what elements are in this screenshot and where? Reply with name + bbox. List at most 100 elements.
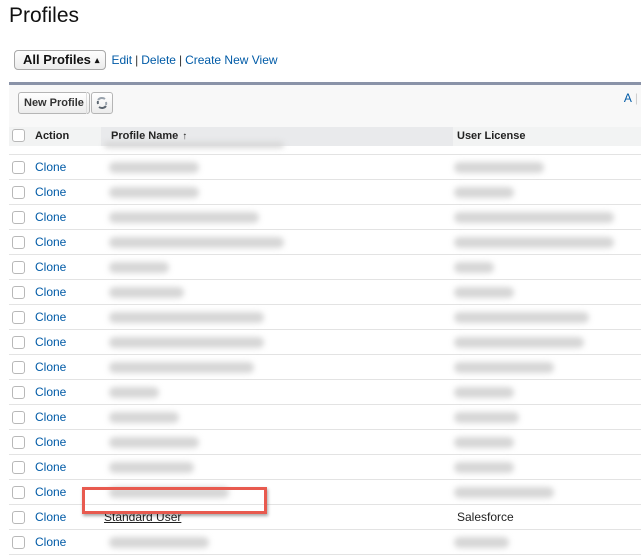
table-row: Clone <box>9 305 641 330</box>
blurred-user-license <box>454 312 589 323</box>
clone-link[interactable]: Clone <box>35 160 66 174</box>
blurred-profile-name <box>109 312 264 323</box>
row-checkbox[interactable] <box>12 261 25 274</box>
table-row: Clone <box>9 230 641 255</box>
row-checkbox[interactable] <box>12 486 25 499</box>
row-checkbox[interactable] <box>12 436 25 449</box>
clone-link[interactable]: Clone <box>35 310 66 324</box>
clone-link[interactable]: Clone <box>35 210 66 224</box>
select-all-checkbox[interactable] <box>12 129 25 142</box>
clone-link[interactable]: Clone <box>35 385 66 399</box>
blurred-profile-name <box>109 287 184 298</box>
row-checkbox[interactable] <box>12 386 25 399</box>
row-checkbox[interactable] <box>12 361 25 374</box>
column-header-action: Action <box>35 130 69 142</box>
blurred-user-license <box>454 262 494 273</box>
delete-view-link[interactable]: Delete <box>141 53 176 67</box>
row-checkbox[interactable] <box>12 511 25 524</box>
table-row: Clone <box>9 330 641 355</box>
clone-link[interactable]: Clone <box>35 335 66 349</box>
table-row: Clone <box>9 255 641 280</box>
blurred-profile-name <box>109 262 169 273</box>
table-row-standard-user: Clone Standard User Salesforce <box>9 505 641 530</box>
row-checkbox[interactable] <box>12 336 25 349</box>
table-row: Clone <box>9 380 641 405</box>
clone-link[interactable]: Clone <box>35 185 66 199</box>
row-checkbox[interactable] <box>12 286 25 299</box>
clone-link[interactable]: Clone <box>35 535 66 549</box>
clone-link[interactable]: Clone <box>35 360 66 374</box>
table-row: Clone <box>9 455 641 480</box>
blurred-profile-name <box>109 337 264 348</box>
profiles-table-body: Clone Clone Clone Clone Clone Clone Clon… <box>9 146 641 555</box>
table-row: Clone <box>9 280 641 305</box>
table-row: Clone <box>9 405 641 430</box>
separator: | <box>179 53 182 67</box>
blurred-user-license <box>454 362 554 373</box>
blurred-user-license <box>454 462 514 473</box>
user-license-value: Salesforce <box>457 510 514 524</box>
clone-link[interactable]: Clone <box>35 285 66 299</box>
table-row <box>9 146 641 155</box>
column-header-user-license[interactable]: User License <box>453 127 641 146</box>
blurred-user-license <box>454 337 584 348</box>
table-row: Clone <box>9 530 641 555</box>
row-checkbox[interactable] <box>12 186 25 199</box>
view-select-value: All Profiles <box>23 52 91 68</box>
blurred-profile-name <box>109 387 159 398</box>
row-checkbox[interactable] <box>12 161 25 174</box>
profile-name-link[interactable]: Standard User <box>104 510 181 524</box>
profiles-list-panel: New Profile A|B Action Profile Name ↑ Use… <box>9 82 641 555</box>
blurred-profile-name <box>109 487 229 498</box>
blurred-profile-name <box>109 162 199 173</box>
refresh-icon <box>95 96 109 110</box>
clone-link[interactable]: Clone <box>35 435 66 449</box>
create-new-view-link[interactable]: Create New View <box>185 53 277 67</box>
blurred-profile-name <box>109 212 259 223</box>
clone-link[interactable]: Clone <box>35 235 66 249</box>
blurred-user-license <box>454 387 514 398</box>
view-bar: All Profiles ▴ Edit|Delete|Create New Vi… <box>14 50 278 70</box>
blurred-user-license <box>454 237 614 248</box>
blurred-profile-name <box>104 142 284 148</box>
row-checkbox[interactable] <box>12 211 25 224</box>
sort-up-arrow-icon: ↑ <box>182 131 187 142</box>
row-checkbox[interactable] <box>12 411 25 424</box>
list-toolbar: New Profile A|B <box>9 85 641 127</box>
view-links: Edit|Delete|Create New View <box>111 53 277 67</box>
row-checkbox[interactable] <box>12 311 25 324</box>
blurred-profile-name <box>109 462 194 473</box>
clone-link[interactable]: Clone <box>35 460 66 474</box>
blurred-profile-name <box>109 412 179 423</box>
blurred-user-license <box>454 487 554 498</box>
toolbar-divider <box>86 92 87 114</box>
select-arrows-icon: ▴ <box>95 52 100 68</box>
edit-view-link[interactable]: Edit <box>111 53 132 67</box>
blurred-user-license <box>454 212 614 223</box>
new-profile-button[interactable]: New Profile <box>18 92 90 114</box>
separator: | <box>135 53 138 67</box>
alpha-filter: A|B <box>624 91 641 105</box>
blurred-user-license <box>454 437 514 448</box>
alpha-filter-a[interactable]: A <box>624 91 632 105</box>
blurred-profile-name <box>109 437 199 448</box>
clone-link[interactable]: Clone <box>35 510 66 524</box>
clone-link[interactable]: Clone <box>35 485 66 499</box>
blurred-profile-name <box>109 362 254 373</box>
clone-link[interactable]: Clone <box>35 410 66 424</box>
separator: | <box>635 91 638 105</box>
table-row: Clone <box>9 480 641 505</box>
row-checkbox[interactable] <box>12 236 25 249</box>
table-row: Clone <box>9 430 641 455</box>
row-checkbox[interactable] <box>12 461 25 474</box>
column-header-profile-name-label: Profile Name <box>111 130 178 142</box>
blurred-user-license <box>454 187 514 198</box>
blurred-profile-name <box>109 187 199 198</box>
page-title: Profiles <box>9 4 79 28</box>
view-select[interactable]: All Profiles ▴ <box>14 50 106 70</box>
blurred-user-license <box>454 412 519 423</box>
row-checkbox[interactable] <box>12 536 25 549</box>
table-row: Clone <box>9 180 641 205</box>
refresh-button[interactable] <box>91 92 113 114</box>
clone-link[interactable]: Clone <box>35 260 66 274</box>
